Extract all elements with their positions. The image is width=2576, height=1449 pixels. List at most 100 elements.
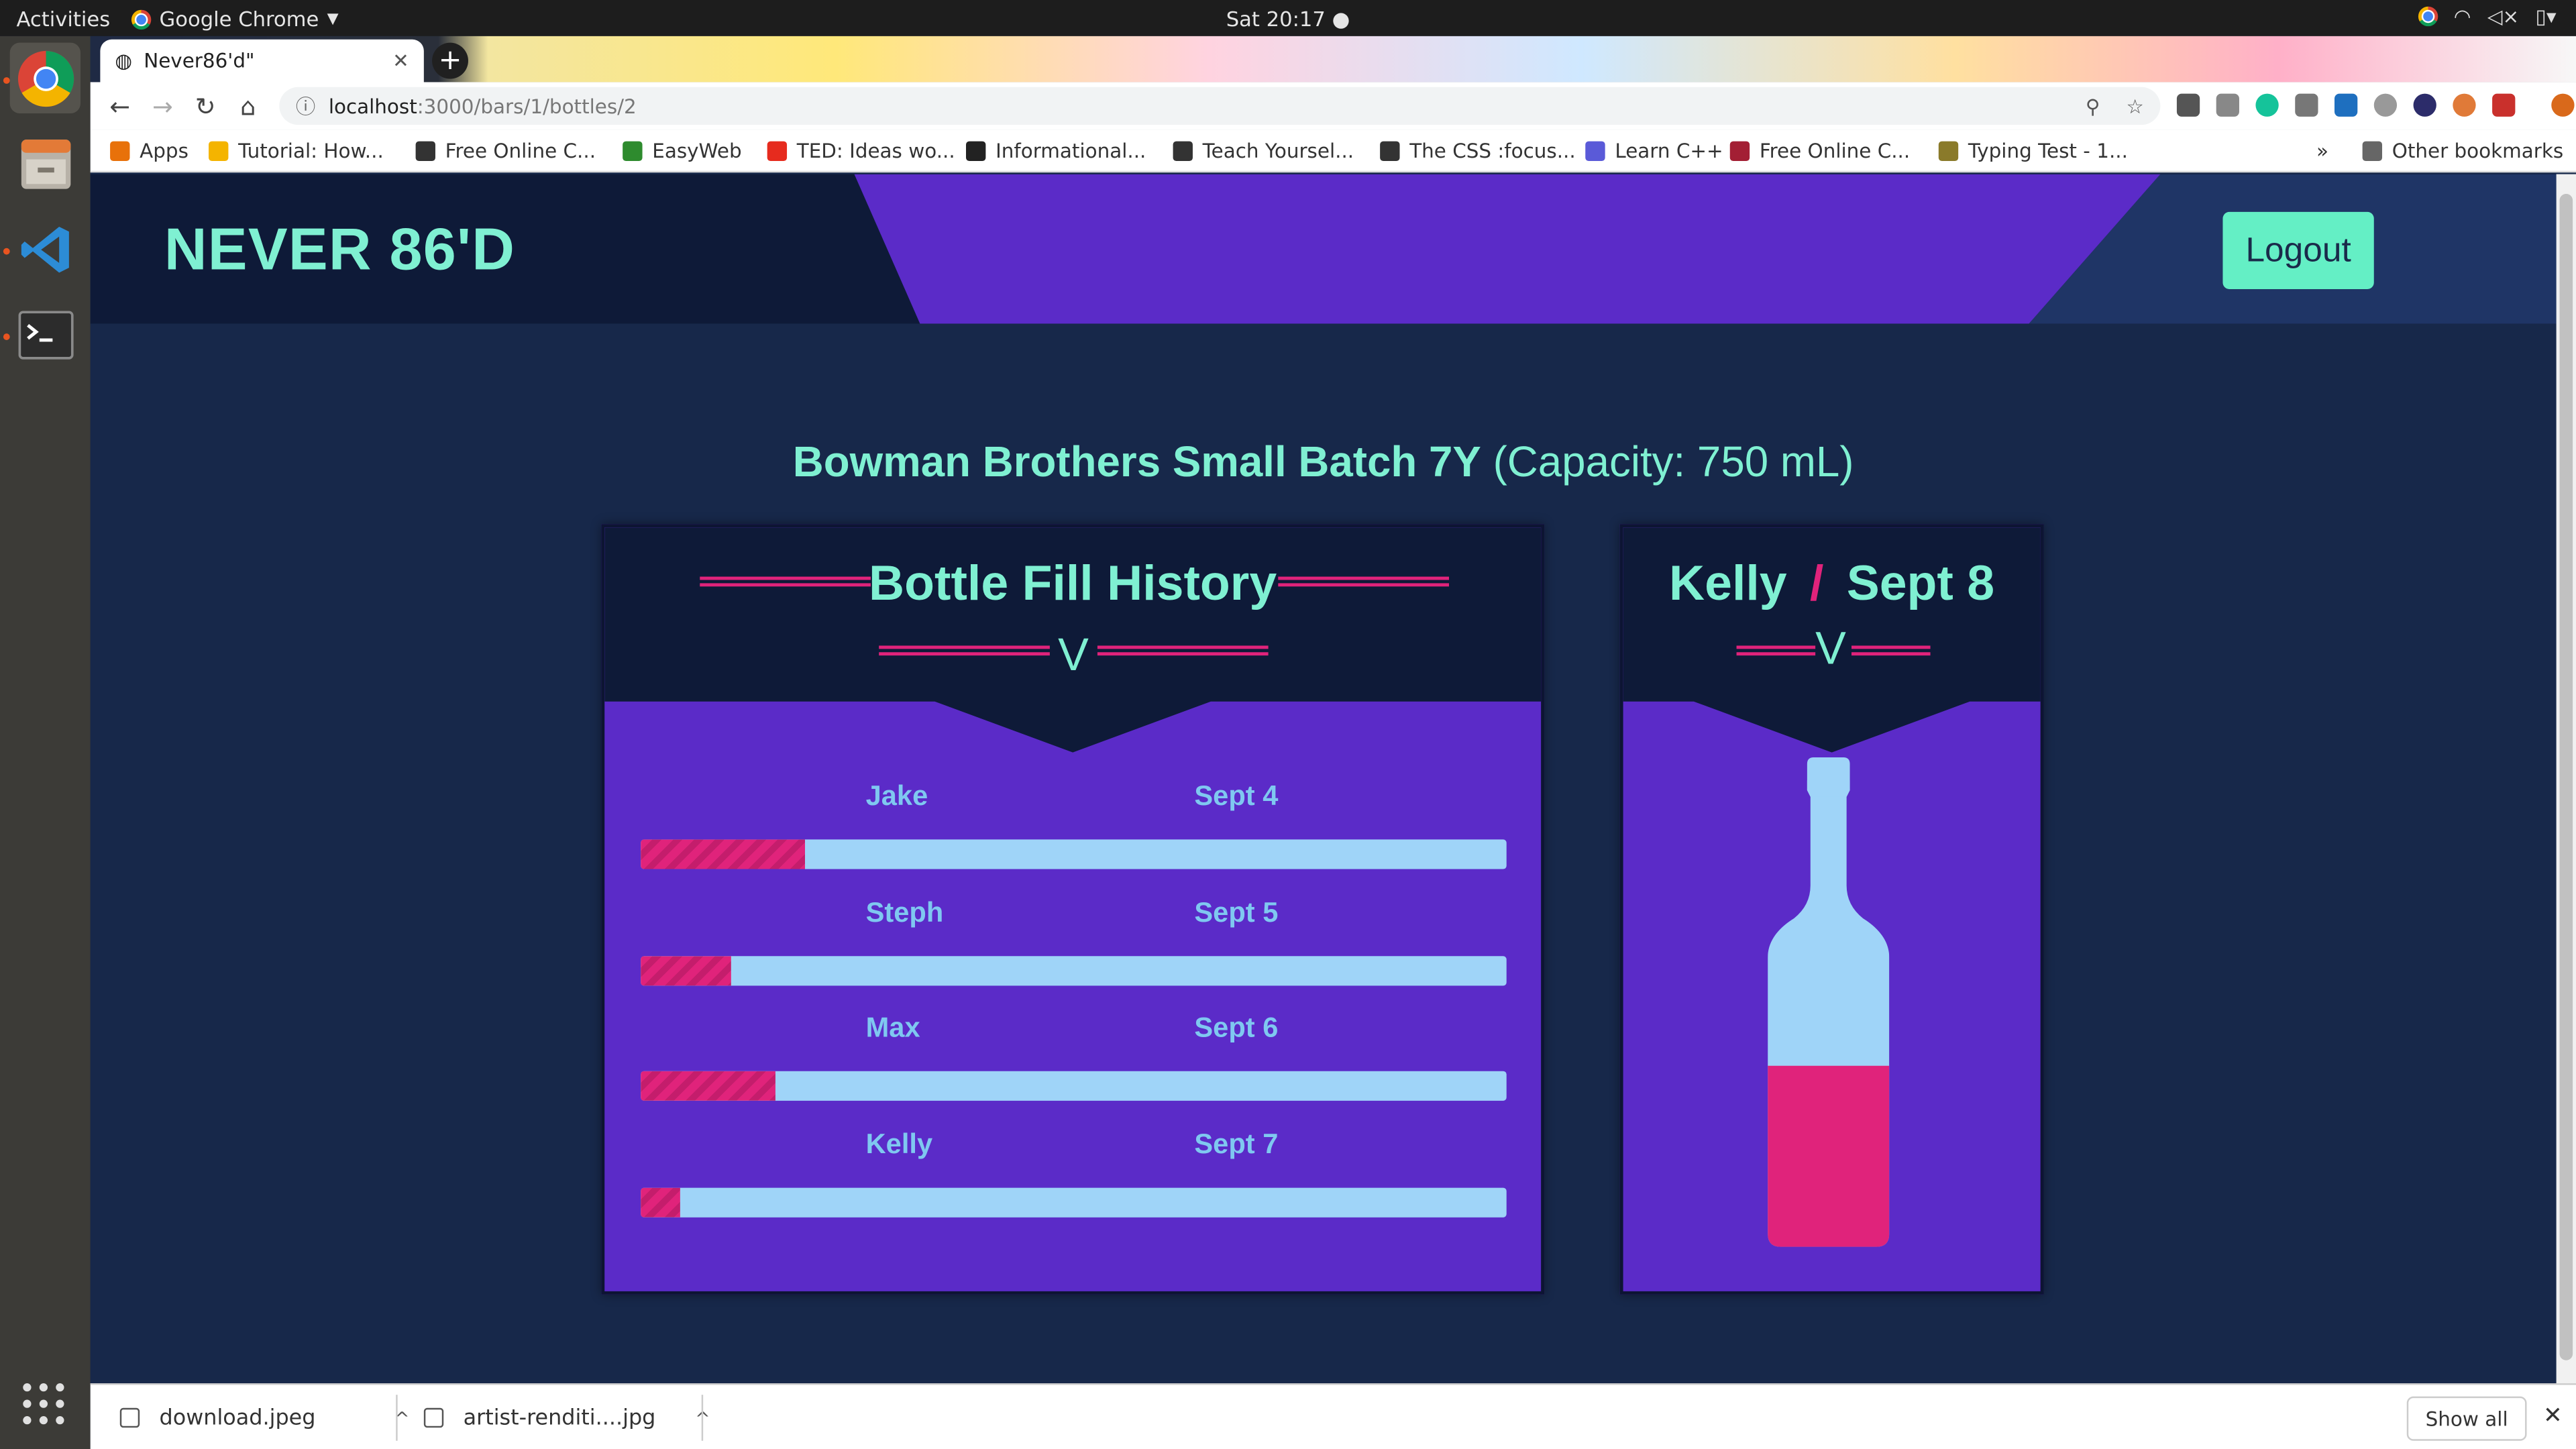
terminal-launcher[interactable]: [10, 299, 80, 370]
page-scrollbar[interactable]: [2556, 174, 2576, 1384]
mic-extension-icon[interactable]: [2373, 93, 2398, 117]
bookmark-label: Tutorial: How...: [238, 140, 384, 163]
bookmark-label: Informational...: [996, 140, 1146, 163]
clock[interactable]: Sat 20:17 ●: [0, 7, 2576, 32]
bookmark-item[interactable]: Apps: [110, 140, 189, 162]
globe-icon: [1173, 141, 1193, 162]
mail-extension-icon[interactable]: [2176, 93, 2200, 117]
running-indicator: [3, 77, 10, 84]
bookmark-item[interactable]: Teach Yoursel...: [1173, 140, 1354, 162]
ted-icon: [767, 141, 788, 162]
calendar-extension-icon[interactable]: [2216, 93, 2239, 117]
star-icon[interactable]: ☆: [2127, 95, 2144, 117]
other-bookmarks[interactable]: Other bookmarks: [2362, 140, 2564, 163]
image-file-icon: [119, 1407, 140, 1428]
bookmark-item[interactable]: Informational...: [966, 140, 1146, 162]
other-bookmarks-label: Other bookmarks: [2392, 140, 2564, 163]
bookmark-item[interactable]: Typing Test - 1...: [1938, 140, 2128, 162]
download-item[interactable]: download.jpeg ^: [119, 1385, 410, 1449]
logout-button[interactable]: Logout: [2222, 211, 2374, 290]
bookmark-item[interactable]: TED: Ideas wo...: [767, 140, 955, 162]
reload-icon[interactable]: ↻: [184, 91, 227, 121]
site-header: NEVER 86'D Logout: [90, 174, 2557, 324]
decorative-line: [1736, 645, 1816, 656]
screen: Activities Google Chrome ▼ Sat 20:17 ● ◠…: [0, 0, 2576, 1449]
address-bar[interactable]: ⓘ localhost:3000/bars/1/bottles/2 ⚲ ☆: [279, 87, 2161, 125]
bottle-title: Bowman Brothers Small Batch 7Y (Capacity…: [91, 437, 2557, 488]
download-filename: download.jpeg: [159, 1405, 316, 1430]
forward-icon[interactable]: →: [142, 91, 184, 121]
bookmark-label: The CSS :focus...: [1409, 140, 1576, 163]
fill-history-date: Sept 6: [1194, 1012, 1279, 1044]
bookmark-item[interactable]: Free Online C...: [1729, 140, 1911, 163]
red-extension-icon[interactable]: [2492, 93, 2516, 117]
chevron-down-icon[interactable]: V: [1058, 629, 1089, 682]
n-extension-icon[interactable]: [2334, 93, 2358, 117]
bookmark-icon: [209, 141, 229, 162]
fill-level: [641, 839, 806, 869]
decorative-line: [1097, 645, 1269, 656]
reader-extension-icon[interactable]: [2295, 93, 2318, 117]
bookmark-item[interactable]: Tutorial: How...: [209, 140, 384, 162]
fill-level-bar: [641, 1187, 1507, 1218]
battery-icon: ▯▾: [2535, 5, 2557, 28]
bottle-capacity: (Capacity: 750 mL): [1493, 437, 1854, 486]
show-all-button[interactable]: Show all: [2406, 1396, 2527, 1441]
chrome-tray-icon: [2417, 6, 2438, 27]
fill-level: [641, 955, 732, 985]
close-tab-icon[interactable]: ✕: [392, 49, 409, 72]
url-path: :3000/bars/1/bottles/2: [417, 94, 637, 118]
back-icon[interactable]: ←: [99, 91, 142, 121]
fill-level-bar: [641, 1071, 1507, 1102]
scrollbar-thumb[interactable]: [2559, 193, 2573, 1360]
extensions-area: ⋮: [2176, 93, 2576, 117]
more-bookmarks-button[interactable]: »: [2316, 140, 2328, 162]
cpp-icon: [1585, 141, 1605, 162]
fill-history-date: Sept 5: [1194, 896, 1279, 928]
bookmark-item[interactable]: Learn C++: [1585, 140, 1723, 162]
file-cabinet-icon: [20, 138, 70, 189]
running-indicator: [3, 333, 10, 340]
grammarly-extension-icon[interactable]: [2255, 93, 2279, 117]
globe-extension-icon[interactable]: [2413, 93, 2436, 117]
fill-history-card: Bottle Fill History V Jake Sept 4 Steph Sep…: [601, 524, 1545, 1295]
decorative-line: [1851, 645, 1931, 656]
new-tab-button[interactable]: +: [432, 42, 468, 79]
bookmark-item[interactable]: Free Online C...: [415, 140, 596, 162]
zoom-icon[interactable]: ⚲: [2086, 95, 2100, 117]
fill-level: [641, 1187, 680, 1218]
fill-history-name: Steph: [865, 896, 944, 928]
system-tray[interactable]: ◠ ◁× ▯▾: [2417, 5, 2557, 28]
mit-icon: [1729, 141, 1750, 162]
current-fill-title: Kelly / Sept 8: [1623, 557, 2041, 612]
show-applications-icon[interactable]: [23, 1383, 66, 1426]
tab-strip: ◍ Never86'd" ✕ +: [90, 36, 2576, 83]
system-top-bar: Activities Google Chrome ▼ Sat 20:17 ● ◠…: [0, 0, 2576, 36]
fill-history-name: Kelly: [865, 1128, 933, 1161]
home-icon[interactable]: ⌂: [227, 91, 270, 121]
fill-history-date: Sept 4: [1194, 780, 1279, 812]
info-icon: ⓘ: [295, 95, 316, 119]
files-launcher[interactable]: [10, 128, 80, 199]
bookmark-item[interactable]: The CSS :focus...: [1380, 140, 1576, 162]
browser-toolbar: ← → ↻ ⌂ ⓘ localhost:3000/bars/1/bottles/…: [90, 82, 2576, 130]
dock: [0, 36, 91, 1449]
bottle-liquid-level: [1768, 1065, 1890, 1247]
url-host: localhost: [328, 94, 417, 118]
vscode-launcher[interactable]: [10, 213, 80, 284]
chevron-down-icon[interactable]: V: [1815, 623, 1846, 675]
bookmark-label: Free Online C...: [1759, 140, 1911, 163]
globe-icon: [1380, 141, 1400, 162]
site-logo[interactable]: NEVER 86'D: [164, 215, 515, 284]
browser-tab[interactable]: ◍ Never86'd" ✕: [100, 39, 424, 83]
chrome-launcher[interactable]: [9, 42, 81, 113]
download-item[interactable]: artist-renditi....jpg ^: [423, 1385, 710, 1449]
profile-avatar[interactable]: [2551, 93, 2575, 117]
terminal-icon: [17, 310, 73, 359]
typing-icon: [1938, 141, 1959, 162]
current-fill-card: Kelly / Sept 8 V: [1619, 524, 2044, 1295]
extension-icon[interactable]: [2453, 93, 2476, 117]
bookmark-item[interactable]: EasyWeb: [623, 140, 742, 162]
wifi-icon: ◠: [2453, 5, 2471, 28]
close-shelf-icon[interactable]: ✕: [2543, 1403, 2563, 1429]
